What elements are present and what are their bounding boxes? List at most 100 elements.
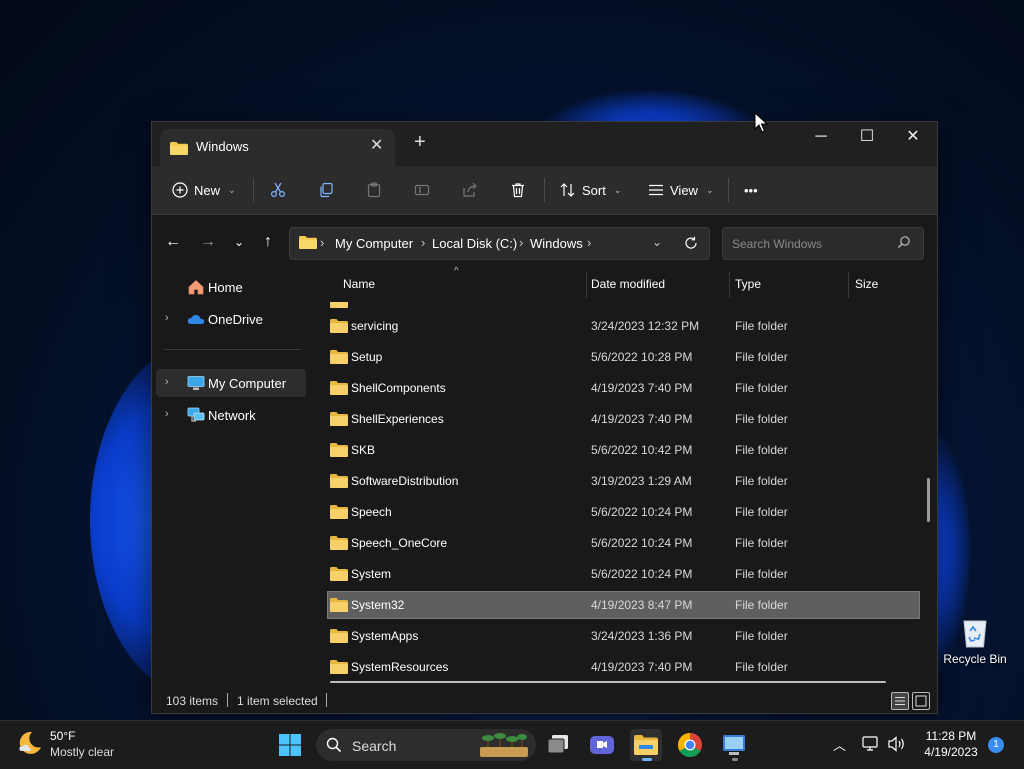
column-header-size[interactable]: Size bbox=[849, 270, 919, 300]
details-view-button[interactable] bbox=[891, 692, 909, 710]
file-name: ShellExperiences bbox=[351, 412, 444, 426]
minimize-button[interactable]: ─ bbox=[798, 124, 844, 152]
table-row[interactable]: SystemResources 4/19/2023 7:40 PM File f… bbox=[328, 654, 919, 677]
start-button[interactable] bbox=[274, 729, 306, 761]
view-button[interactable]: View ⌄ bbox=[648, 176, 714, 204]
tab-title: Windows bbox=[196, 139, 249, 154]
address-dropdown-icon[interactable]: ⌄ bbox=[652, 235, 662, 249]
sort-button[interactable]: Sort ⌄ bbox=[560, 176, 621, 204]
table-row[interactable]: ShellComponents 4/19/2023 7:40 PM File f… bbox=[328, 375, 919, 401]
chevron-right-icon: › bbox=[519, 235, 524, 250]
maximize-button[interactable]: ☐ bbox=[844, 124, 890, 152]
breadcrumb-windows[interactable]: Windows bbox=[530, 236, 583, 251]
column-header-date[interactable]: Date modified bbox=[587, 270, 728, 300]
search-box[interactable]: Search Windows bbox=[722, 227, 924, 260]
table-row[interactable]: Speech_OneCore 5/6/2022 10:24 PM File fo… bbox=[328, 530, 919, 556]
sidebar-item-my-computer[interactable]: › My Computer bbox=[156, 369, 306, 397]
file-date: 3/19/2023 1:29 AM bbox=[591, 474, 692, 488]
file-date: 4/19/2023 7:40 PM bbox=[591, 660, 693, 674]
chrome-icon bbox=[677, 733, 702, 758]
table-row[interactable]: ShellExperiences 4/19/2023 7:40 PM File … bbox=[328, 406, 919, 432]
breadcrumb-local-disk[interactable]: Local Disk (C:) bbox=[432, 236, 517, 251]
folder-icon bbox=[330, 660, 348, 674]
column-header-type[interactable]: Type bbox=[730, 270, 847, 300]
table-row[interactable]: servicing 3/24/2023 12:32 PM File folder bbox=[328, 313, 919, 339]
new-tab-button[interactable]: + bbox=[414, 132, 426, 152]
copy-button[interactable] bbox=[318, 176, 334, 204]
cut-button[interactable] bbox=[270, 176, 286, 204]
new-button[interactable]: New ⌄ bbox=[172, 176, 236, 204]
folder-icon bbox=[170, 142, 188, 155]
navigation-pane: Home › OneDrive › My Computer › Network bbox=[152, 270, 310, 680]
table-row[interactable]: System 5/6/2022 10:24 PM File folder bbox=[328, 561, 919, 587]
table-row-selected[interactable]: System32 4/19/2023 8:47 PM File folder bbox=[327, 591, 920, 619]
recent-locations-button[interactable]: ⌄ bbox=[228, 231, 250, 253]
chevron-right-icon: › bbox=[587, 235, 592, 250]
address-bar[interactable]: › My Computer › Local Disk (C:) › Window… bbox=[289, 227, 710, 260]
search-icon bbox=[898, 236, 910, 248]
taskbar-search[interactable]: Search bbox=[316, 729, 536, 761]
divider bbox=[728, 178, 729, 202]
chevron-right-icon: › bbox=[421, 235, 426, 250]
file-name: ShellComponents bbox=[351, 381, 446, 395]
horizontal-scrollbar[interactable] bbox=[330, 681, 886, 683]
notification-badge[interactable]: 1 bbox=[988, 737, 1004, 753]
file-list: Name ^ Date modified Type Size servicing… bbox=[311, 266, 937, 680]
tab-close-icon[interactable]: ✕ bbox=[370, 135, 383, 155]
network-status-icon[interactable] bbox=[862, 735, 882, 753]
refresh-icon[interactable] bbox=[684, 236, 698, 250]
more-options-button[interactable]: ••• bbox=[744, 176, 758, 204]
back-button[interactable]: ← bbox=[162, 231, 184, 253]
table-row[interactable]: SoftwareDistribution 3/19/2023 1:29 AM F… bbox=[328, 468, 919, 494]
title-bar[interactable]: Windows ✕ + ─ ☐ ✕ bbox=[152, 122, 937, 166]
sort-icon bbox=[560, 183, 575, 197]
remote-desktop-taskbar-button[interactable] bbox=[718, 729, 750, 761]
volume-icon[interactable] bbox=[887, 735, 907, 753]
teams-chat-button[interactable] bbox=[586, 729, 618, 761]
chevron-right-icon[interactable]: › bbox=[165, 312, 169, 324]
forward-button[interactable]: → bbox=[197, 231, 219, 253]
remote-desktop-icon bbox=[723, 735, 745, 755]
share-button[interactable] bbox=[462, 176, 478, 204]
task-view-icon bbox=[547, 735, 568, 754]
task-view-button[interactable] bbox=[543, 729, 575, 761]
recycle-bin-desktop-icon[interactable]: Recycle Bin bbox=[940, 615, 1010, 675]
file-date: 4/19/2023 7:40 PM bbox=[591, 412, 693, 426]
table-row[interactable]: SystemApps 3/24/2023 1:36 PM File folder bbox=[328, 623, 919, 649]
folder-icon bbox=[299, 236, 317, 249]
chevron-right-icon[interactable]: › bbox=[165, 408, 169, 420]
clock-date[interactable]: 4/19/2023 bbox=[921, 745, 981, 759]
computer-icon bbox=[187, 376, 205, 390]
table-row[interactable]: Speech 5/6/2022 10:24 PM File folder bbox=[328, 499, 919, 525]
tiles-view-button[interactable] bbox=[912, 692, 930, 710]
folder-icon bbox=[330, 598, 348, 612]
table-row[interactable]: SKB 5/6/2022 10:42 PM File folder bbox=[328, 437, 919, 463]
breadcrumb-my-computer[interactable]: My Computer bbox=[335, 236, 413, 251]
vertical-scrollbar[interactable] bbox=[927, 478, 930, 522]
tab-windows[interactable]: Windows ✕ bbox=[160, 129, 395, 166]
close-window-button[interactable]: ✕ bbox=[890, 124, 936, 152]
file-explorer-taskbar-button[interactable] bbox=[630, 729, 662, 761]
rename-icon bbox=[414, 184, 430, 196]
taskbar: 50°F Mostly clear Search ︿ 11:28 PM 4/19… bbox=[0, 720, 1024, 769]
up-button[interactable]: ↑ bbox=[257, 231, 279, 253]
sidebar-item-network[interactable]: › Network bbox=[156, 401, 306, 429]
folder-icon bbox=[330, 629, 348, 643]
divider bbox=[164, 349, 301, 350]
chevron-right-icon[interactable]: › bbox=[165, 376, 169, 388]
status-bar: 103 items 1 item selected bbox=[152, 688, 937, 713]
file-name: Speech bbox=[351, 505, 392, 519]
rename-button[interactable] bbox=[414, 176, 430, 204]
search-icon bbox=[326, 737, 342, 753]
paste-button[interactable] bbox=[366, 176, 382, 204]
plus-circle-icon bbox=[172, 182, 188, 198]
sidebar-item-onedrive[interactable]: › OneDrive bbox=[156, 305, 306, 333]
item-count: 103 items bbox=[166, 694, 219, 708]
delete-button[interactable] bbox=[510, 176, 526, 204]
sidebar-item-home[interactable]: Home bbox=[156, 273, 306, 301]
chrome-taskbar-button[interactable] bbox=[674, 729, 706, 761]
clock-time[interactable]: 11:28 PM bbox=[921, 729, 981, 743]
show-hidden-icons-button[interactable]: ︿ bbox=[833, 735, 846, 754]
column-header-name[interactable]: Name ^ bbox=[328, 266, 585, 300]
table-row[interactable]: Setup 5/6/2022 10:28 PM File folder bbox=[328, 344, 919, 370]
